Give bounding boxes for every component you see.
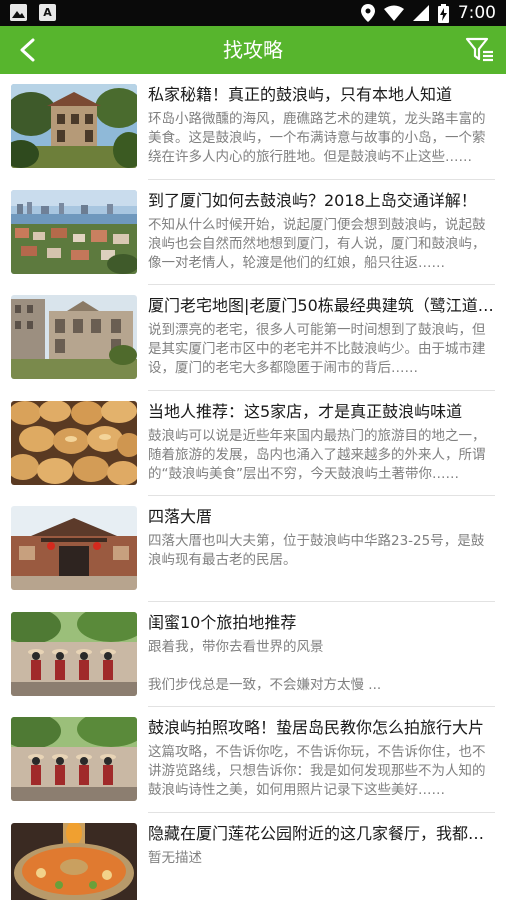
pastries-photo bbox=[11, 400, 137, 485]
girls-by-wall-photo bbox=[11, 611, 137, 696]
article-item[interactable]: 鼓浪屿拍照攻略！蛰居岛民教你怎么拍旅行大片 这篇攻略，不告诉你吃，不告诉你玩，不… bbox=[0, 707, 506, 813]
article-title[interactable]: 四落大厝 bbox=[148, 506, 494, 528]
article-description: 暂无描述 bbox=[148, 849, 202, 866]
filter-list-icon bbox=[465, 37, 493, 62]
article-title[interactable]: 鼓浪屿拍照攻略！蛰居岛民教你怎么拍旅行大片 bbox=[148, 717, 494, 739]
article-description: 环岛小路微醺的海风，鹿礁路艺术的建筑，龙头路丰富的美食。这是鼓浪屿，一个布满诗意… bbox=[148, 111, 486, 165]
page-title: 找攻略 bbox=[223, 38, 283, 62]
article-title[interactable]: 私家秘籍！真正的鼓浪屿，只有本地人知道 bbox=[148, 84, 494, 106]
article-list[interactable]: 私家秘籍！真正的鼓浪屿，只有本地人知道 环岛小路微醺的海风，鹿礁路艺术的建筑，龙… bbox=[0, 74, 506, 900]
girls-by-wall-photo-2 bbox=[11, 717, 137, 801]
system-icons: 7:00 bbox=[360, 2, 496, 24]
island-skyline-photo bbox=[11, 189, 137, 274]
article-description: 这篇攻略，不告诉你吃，不告诉你玩，不告诉你住，也不讲游览路线，只想告诉你：我是如… bbox=[148, 744, 486, 798]
traditional-house-photo bbox=[11, 506, 137, 590]
filter-button[interactable] bbox=[462, 32, 498, 68]
location-icon bbox=[360, 4, 375, 22]
article-title[interactable]: 厦门老宅地图|老厦门50栋最经典建筑（鹭江道篇） bbox=[148, 295, 494, 317]
battery-charging-icon bbox=[437, 3, 449, 23]
colonial-villa-photo bbox=[11, 84, 137, 168]
article-item[interactable]: 当地人推荐：这5家店，才是真正鼓浪屿味道 鼓浪屿可以说是近些年来国内最热门的旅游… bbox=[0, 391, 506, 496]
article-description: 鼓浪屿可以说是近些年来国内最热门的旅游目的地之一，随着旅游的发展，岛内也涌入了越… bbox=[148, 427, 486, 482]
article-description: 四落大厝也叫大夫第，位于鼓浪屿中华路23-25号，是鼓浪屿现有最古老的民居。 bbox=[148, 533, 485, 568]
article-description-extra: 我们步伐总是一致，不会嫌对方太慢 ... bbox=[148, 676, 382, 693]
article-title[interactable]: 到了厦门如何去鼓浪屿？2018上岛交通详解！ bbox=[148, 190, 494, 212]
article-description: 跟着我，带你去看世界的风景 bbox=[148, 638, 324, 655]
article-item[interactable]: 私家秘籍！真正的鼓浪屿，只有本地人知道 环岛小路微醺的海风，鹿礁路艺术的建筑，龙… bbox=[0, 74, 506, 180]
article-item[interactable]: 隐藏在厦门莲花公园附近的这几家餐厅，我都想去吃 暂无描述 bbox=[0, 813, 506, 900]
article-title[interactable]: 闺蜜10个旅拍地推荐 bbox=[148, 612, 494, 634]
article-description: 说到漂亮的老宅，很多人可能第一时间想到了鼓浪屿，但是其实厦门老市区中的老宅并不比… bbox=[148, 322, 486, 376]
app-bar: 找攻略 bbox=[0, 26, 506, 74]
article-description: 不知从什么时候开始，说起厦门便会想到鼓浪屿，说起鼓浪屿也会自然而然地想到厦门，有… bbox=[148, 216, 486, 271]
signal-icon bbox=[412, 5, 429, 21]
article-item[interactable]: 闺蜜10个旅拍地推荐 跟着我，带你去看世界的风景 我们步伐总是一致，不会嫌对方太… bbox=[0, 602, 506, 707]
image-notification-icon bbox=[10, 4, 27, 21]
wifi-icon bbox=[383, 5, 404, 21]
article-item[interactable]: 到了厦门如何去鼓浪屿？2018上岛交通详解！ 不知从什么时候开始，说起厦门便会想… bbox=[0, 180, 506, 285]
article-item[interactable]: 四落大厝 四落大厝也叫大夫第，位于鼓浪屿中华路23-25号，是鼓浪屿现有最古老的… bbox=[0, 496, 506, 602]
hotpot-photo bbox=[11, 822, 137, 900]
old-mansion-photo bbox=[11, 295, 137, 379]
article-title[interactable]: 当地人推荐：这5家店，才是真正鼓浪屿味道 bbox=[148, 401, 494, 423]
notification-icons: A bbox=[10, 4, 56, 21]
text-notification-icon: A bbox=[39, 4, 56, 21]
status-bar: A 7:00 bbox=[0, 0, 506, 26]
article-item[interactable]: 厦门老宅地图|老厦门50栋最经典建筑（鹭江道篇） 说到漂亮的老宅，很多人可能第一… bbox=[0, 285, 506, 391]
article-title[interactable]: 隐藏在厦门莲花公园附近的这几家餐厅，我都想去吃 bbox=[148, 823, 494, 845]
status-time: 7:00 bbox=[457, 3, 496, 23]
